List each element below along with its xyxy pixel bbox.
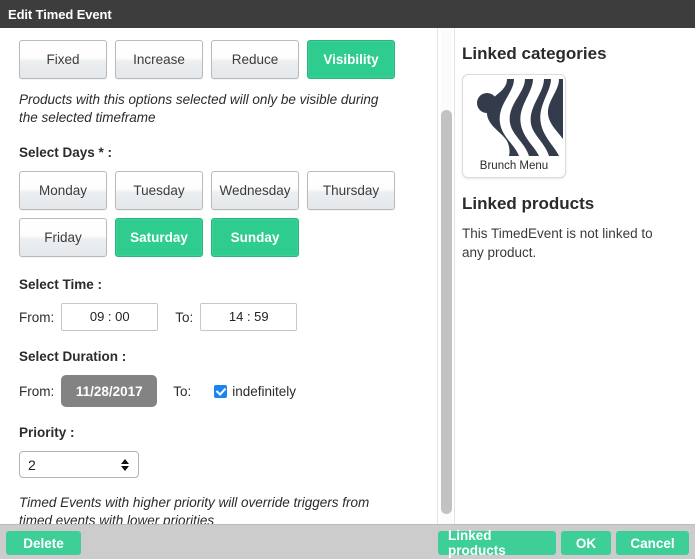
time-from-input[interactable]: 09 : 00 [61, 303, 159, 331]
priority-label: Priority : [19, 425, 75, 440]
linked-products-empty-message: This TimedEvent is not linked to any pro… [462, 226, 653, 260]
priority-value: 2 [28, 456, 36, 473]
time-to-label: To: [175, 309, 194, 325]
days-row-2: Friday Saturday Sunday [19, 218, 437, 257]
event-type-fixed-button[interactable]: Fixed [19, 40, 107, 79]
day-button-saturday[interactable]: Saturday [115, 218, 203, 257]
ok-button[interactable]: OK [561, 531, 611, 555]
day-button-monday[interactable]: Monday [19, 171, 107, 210]
dialog-body: Fixed Increase Reduce Visibility Product… [0, 28, 695, 524]
left-pane-scrollbar[interactable] [437, 28, 455, 524]
event-type-button-group: Fixed Increase Reduce Visibility [19, 40, 437, 79]
time-range-row: From: 09 : 00 To: 14 : 59 [19, 303, 437, 331]
duration-from-label: From: [19, 383, 55, 399]
dialog-title: Edit Timed Event [8, 6, 112, 22]
dialog-titlebar: Edit Timed Event [0, 0, 695, 28]
priority-number-input[interactable]: 2 [19, 451, 139, 478]
day-button-friday[interactable]: Friday [19, 218, 107, 257]
linked-items-pane: Linked categories Brunch Menu Linked pro… [456, 28, 695, 524]
category-thumbnail-caption: Brunch Menu [479, 160, 549, 172]
linked-products-button[interactable]: Linked products [438, 528, 556, 558]
event-type-reduce-button[interactable]: Reduce [211, 40, 299, 79]
priority-field-wrap: 2 [19, 451, 437, 478]
time-from-label: From: [19, 309, 55, 325]
dialog-footer: Delete Linked products OK Cancel [0, 524, 695, 559]
event-type-visibility-button[interactable]: Visibility [307, 40, 395, 79]
event-type-hint: Products with this options selected will… [19, 92, 379, 125]
duration-range-row: From: 11/28/2017 To: indefinitely [19, 375, 437, 407]
indefinitely-label: indefinitely [232, 383, 297, 399]
settings-pane: Fixed Increase Reduce Visibility Product… [0, 28, 437, 524]
scrollbar-thumb[interactable] [441, 110, 452, 514]
indefinitely-checkbox-wrap[interactable]: indefinitely [214, 384, 296, 399]
indefinitely-checkbox[interactable] [214, 384, 228, 398]
day-button-sunday[interactable]: Sunday [211, 218, 299, 257]
day-button-tuesday[interactable]: Tuesday [115, 171, 203, 210]
select-days-label: Select Days * : [19, 145, 113, 160]
day-button-wednesday[interactable]: Wednesday [211, 171, 299, 210]
cancel-button[interactable]: Cancel [616, 531, 689, 555]
chevron-up-icon[interactable] [121, 458, 129, 464]
linked-category-card[interactable]: Brunch Menu [462, 74, 566, 178]
select-time-label: Select Time : [19, 277, 103, 292]
duration-from-date-button[interactable]: 11/28/2017 [61, 375, 158, 407]
delete-button[interactable]: Delete [6, 531, 81, 555]
edit-timed-event-dialog: Edit Timed Event Fixed Increase Reduce V… [0, 0, 695, 559]
days-row-1: Monday Tuesday Wednesday Thursday [19, 171, 437, 210]
select-duration-label: Select Duration : [19, 349, 127, 364]
day-button-thursday[interactable]: Thursday [307, 171, 395, 210]
event-type-increase-button[interactable]: Increase [115, 40, 203, 79]
linked-categories-heading: Linked categories [462, 44, 607, 63]
time-to-input[interactable]: 14 : 59 [200, 303, 298, 331]
linked-products-heading: Linked products [462, 194, 595, 213]
duration-to-label: To: [173, 383, 192, 399]
category-thumbnail-image [467, 79, 563, 156]
priority-stepper[interactable] [121, 458, 129, 471]
priority-note: Timed Events with higher priority will o… [19, 495, 370, 524]
chevron-down-icon[interactable] [121, 465, 129, 471]
